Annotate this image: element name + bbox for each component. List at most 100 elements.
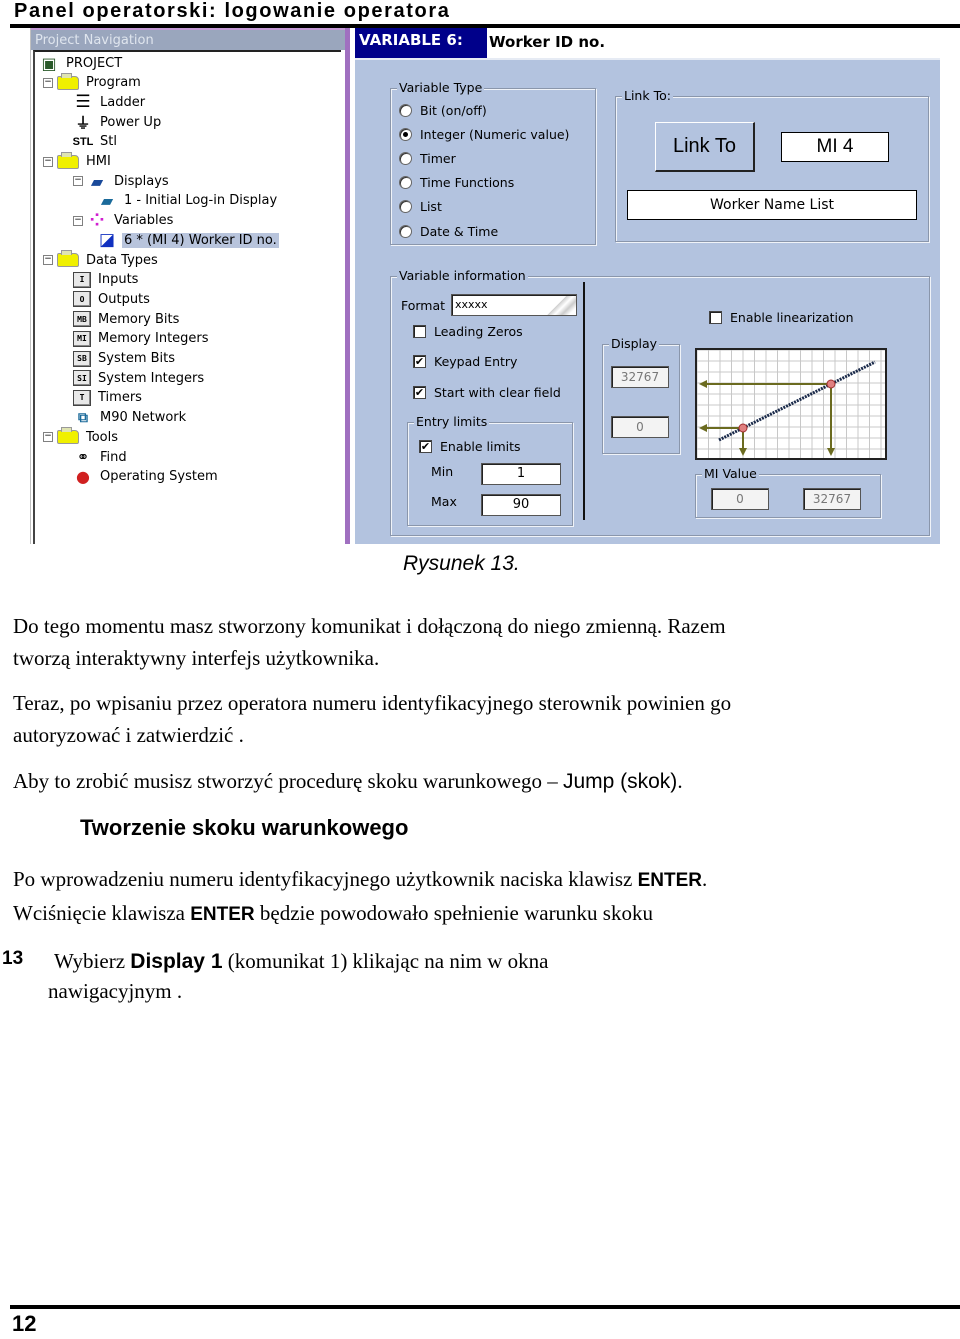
checkbox-checked[interactable]: ✔ bbox=[413, 386, 426, 399]
radio-label: Bit (on/off) bbox=[420, 103, 487, 118]
tree-item-label: 1 - Initial Log-in Display bbox=[124, 193, 278, 209]
checkbox-checked[interactable]: ✔ bbox=[413, 355, 426, 368]
checkbox-label: Leading Zeros bbox=[434, 324, 523, 339]
network-icon: ⧉ bbox=[78, 409, 88, 426]
project-navigation-panel: Project Navigation ▣ PROJECT − Program ☰ Ladd… bbox=[30, 28, 350, 544]
tree-item[interactable]: ▰ 1 - Initial Log-in Display bbox=[97, 191, 279, 211]
radio-label: Integer (Numeric value) bbox=[420, 127, 570, 142]
tree-item-label: HMI bbox=[86, 154, 111, 169]
page-header: Panel operatorski: logowanie operatora bbox=[14, 0, 451, 22]
tree-item-label: Outputs bbox=[98, 291, 150, 307]
display-high-field[interactable]: 32767 bbox=[611, 366, 669, 388]
tree-item[interactable]: O Outputs bbox=[73, 290, 152, 308]
tree-item[interactable]: − ⁘ Variables bbox=[73, 210, 175, 232]
variables-icon: ⁘ bbox=[89, 210, 105, 232]
mi-value-low-field[interactable]: 0 bbox=[711, 488, 769, 510]
tree-item[interactable]: − ▰ Displays bbox=[73, 172, 171, 191]
format-field[interactable]: xxxxx bbox=[451, 294, 577, 316]
paragraph-line: Do tego momentu masz stworzony komunikat… bbox=[13, 614, 726, 638]
high-point-handle[interactable] bbox=[826, 379, 836, 389]
tree-item[interactable]: ⚭ Find bbox=[73, 448, 129, 466]
tree-item[interactable]: SI System Integers bbox=[73, 369, 206, 387]
linearization-graph-svg bbox=[696, 349, 885, 458]
leading-zeros-checkbox[interactable]: Leading Zeros bbox=[413, 324, 523, 339]
radio-time-functions[interactable]: Time Functions bbox=[399, 175, 514, 190]
memory-integers-icon: MI bbox=[73, 330, 91, 347]
max-field[interactable]: 90 bbox=[481, 494, 561, 516]
tree-item[interactable]: ▣ PROJECT bbox=[39, 53, 124, 73]
tree-item[interactable]: MI Memory Integers bbox=[73, 330, 211, 348]
collapse-icon[interactable]: − bbox=[43, 77, 53, 88]
radio-button-selected[interactable] bbox=[399, 128, 412, 141]
radio-button[interactable] bbox=[399, 176, 412, 189]
footer-rule bbox=[10, 1305, 960, 1309]
tree-item[interactable]: ● Operating System bbox=[73, 467, 220, 486]
checkbox-label: Enable linearization bbox=[730, 310, 854, 325]
tree-item[interactable]: − Program bbox=[43, 72, 143, 92]
radio-label: Time Functions bbox=[420, 175, 515, 190]
variable-number-label: VARIABLE 6: bbox=[355, 28, 487, 58]
tree-item[interactable]: ☰ Ladder bbox=[73, 92, 147, 112]
collapse-icon[interactable]: − bbox=[73, 215, 83, 226]
arrow-head-down bbox=[739, 448, 747, 456]
enable-limits-checkbox[interactable]: ✔ Enable limits bbox=[419, 439, 521, 454]
collapse-icon[interactable]: − bbox=[73, 176, 83, 187]
paragraph-1: Do tego momentu masz stworzony komunikat… bbox=[13, 610, 726, 674]
start-clear-field-checkbox[interactable]: ✔ Start with clear field bbox=[413, 385, 561, 400]
paragraph-2: Teraz, po wpisaniu przez operatora numer… bbox=[13, 687, 731, 751]
display-low-field[interactable]: 0 bbox=[611, 416, 669, 438]
mi-value-high-field[interactable]: 32767 bbox=[803, 488, 861, 510]
tree-item-label: 6 * (MI 4) Worker ID no. bbox=[122, 232, 279, 248]
enable-linearization-checkbox[interactable]: Enable linearization bbox=[709, 310, 854, 325]
step-number: 13 bbox=[2, 948, 24, 969]
radio-button[interactable] bbox=[399, 225, 412, 238]
link-to-button[interactable]: Link To bbox=[655, 122, 755, 172]
collapse-icon[interactable]: − bbox=[43, 156, 53, 167]
arrow-head-left bbox=[699, 424, 707, 432]
tree-item[interactable]: MB Memory Bits bbox=[73, 310, 181, 328]
radio-button[interactable] bbox=[399, 104, 412, 117]
radio-list[interactable]: List bbox=[399, 199, 442, 214]
tree-item[interactable]: ⧉ M90 Network bbox=[73, 409, 188, 427]
tree-item-label: PROJECT bbox=[66, 55, 123, 71]
radio-button[interactable] bbox=[399, 152, 412, 165]
radio-button[interactable] bbox=[399, 200, 412, 213]
min-field[interactable]: 1 bbox=[481, 463, 561, 485]
tree-item[interactable]: − Tools bbox=[43, 427, 120, 446]
radio-timer[interactable]: Timer bbox=[399, 151, 456, 166]
collapse-icon[interactable]: − bbox=[43, 255, 53, 265]
radio-integer[interactable]: Integer (Numeric value) bbox=[399, 127, 569, 142]
tree-item-label: Displays bbox=[114, 173, 169, 189]
tree-item[interactable]: ◪ 6 * (MI 4) Worker ID no. bbox=[97, 230, 279, 250]
plc-icon: ▣ bbox=[41, 53, 57, 73]
tree-item[interactable]: SB System Bits bbox=[73, 350, 177, 368]
dialog-body: Variable Type Bit (on/off) Integer (Nume… bbox=[355, 58, 940, 544]
variable-name-field[interactable]: Worker ID no. bbox=[489, 30, 605, 54]
checkbox[interactable] bbox=[413, 325, 426, 338]
tree-item-label: Data Types bbox=[86, 252, 158, 268]
tree-item-label: Stl bbox=[100, 134, 117, 150]
tree-item[interactable]: − HMI bbox=[43, 151, 113, 171]
checkbox-label: Keypad Entry bbox=[434, 354, 518, 369]
checkbox-checked[interactable]: ✔ bbox=[419, 440, 432, 453]
keypad-entry-checkbox[interactable]: ✔ Keypad Entry bbox=[413, 354, 517, 369]
tree-item[interactable]: ⏚ Power Up bbox=[73, 113, 163, 132]
min-label: Min bbox=[431, 464, 454, 479]
tree-item[interactable]: STL Stl bbox=[73, 133, 119, 151]
link-description-field[interactable]: Worker Name List bbox=[627, 190, 917, 220]
low-point-handle[interactable] bbox=[738, 423, 748, 433]
tree-item[interactable]: I Inputs bbox=[73, 271, 140, 289]
radio-bit[interactable]: Bit (on/off) bbox=[399, 103, 487, 118]
display-icon: ▰ bbox=[100, 191, 114, 211]
tree-item-label: Variables bbox=[114, 213, 174, 229]
text: Po wprowadzeniu numeru identyfikacyjnego… bbox=[13, 867, 638, 891]
radio-date-time[interactable]: Date & Time bbox=[399, 224, 498, 239]
text: Aby to zrobić musisz stworzyć procedurę … bbox=[13, 769, 563, 793]
tree-item[interactable]: − Data Types bbox=[43, 250, 160, 269]
checkbox[interactable] bbox=[709, 311, 722, 324]
tree-item[interactable]: T Timers bbox=[73, 389, 144, 407]
nav-title: Project Navigation bbox=[31, 28, 345, 50]
collapse-icon[interactable]: − bbox=[43, 432, 53, 443]
display-1-term: Display 1 bbox=[130, 950, 223, 973]
enter-key-term: ENTER bbox=[190, 904, 255, 925]
